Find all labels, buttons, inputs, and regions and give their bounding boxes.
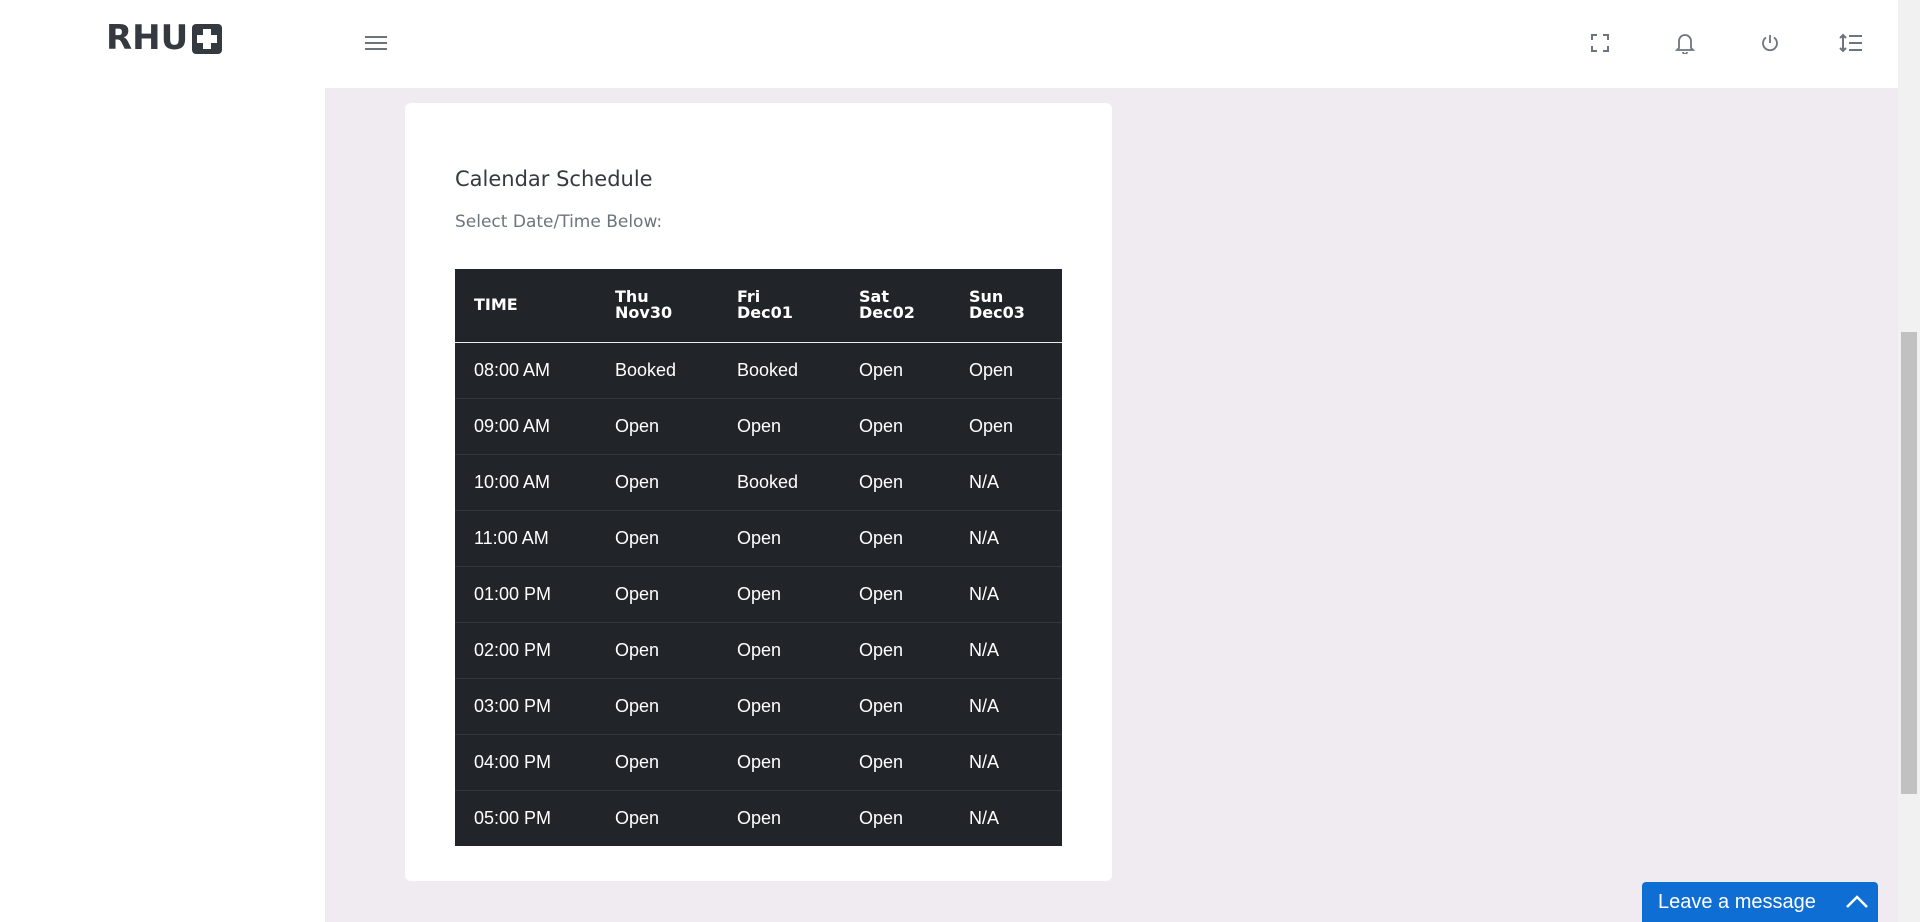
table-row: 04:00 PM Open Open Open N/A — [455, 733, 1062, 790]
slot-status-sat[interactable]: Open — [840, 621, 950, 678]
time-slot-cell: 01:00 PM — [455, 565, 596, 622]
power-button[interactable] — [1755, 28, 1785, 58]
notifications-button[interactable] — [1670, 28, 1700, 58]
column-header-time: TIME — [455, 269, 596, 343]
time-slot-cell: 02:00 PM — [455, 621, 596, 678]
medical-cross-icon — [192, 24, 223, 54]
slot-status-thu[interactable]: Open — [596, 397, 718, 454]
slot-status-sat[interactable]: Open — [840, 509, 950, 566]
scrollbar-thumb[interactable] — [1901, 332, 1917, 794]
slot-status-sat[interactable]: Open — [840, 733, 950, 790]
table-row: 08:00 AM Booked Booked Open Open — [455, 342, 1062, 398]
card-title: Calendar Schedule — [455, 167, 653, 191]
logo-text: RHU — [106, 18, 189, 58]
slot-status-sun[interactable]: Open — [950, 342, 1062, 398]
slot-status-fri[interactable]: Open — [718, 733, 840, 790]
table-row: 03:00 PM Open Open Open N/A — [455, 677, 1062, 734]
slot-status-sun[interactable]: N/A — [950, 677, 1062, 734]
line-height-icon — [1839, 33, 1862, 53]
slot-status-sun[interactable]: N/A — [950, 733, 1062, 790]
fullscreen-icon — [1591, 34, 1609, 52]
slot-status-fri[interactable]: Open — [718, 621, 840, 678]
time-slot-cell: 10:00 AM — [455, 453, 596, 510]
slot-status-thu[interactable]: Open — [596, 621, 718, 678]
slot-status-sun[interactable]: N/A — [950, 565, 1062, 622]
fullscreen-button[interactable] — [1585, 28, 1615, 58]
card-subtitle: Select Date/Time Below: — [455, 212, 663, 232]
time-slot-cell: 05:00 PM — [455, 789, 596, 846]
sidebar: RHU — [0, 0, 325, 922]
slot-status-thu[interactable]: Open — [596, 565, 718, 622]
slot-status-fri[interactable]: Booked — [718, 453, 840, 510]
table-row: 05:00 PM Open Open Open N/A — [455, 789, 1062, 846]
slot-status-fri[interactable]: Booked — [718, 342, 840, 398]
table-row: 10:00 AM Open Booked Open N/A — [455, 453, 1062, 510]
slot-status-sat[interactable]: Open — [840, 789, 950, 846]
brand-logo[interactable]: RHU — [106, 18, 223, 58]
slot-status-sun[interactable]: N/A — [950, 509, 1062, 566]
menu-toggle-button[interactable] — [361, 28, 391, 58]
main-content: Calendar Schedule Select Date/Time Below… — [325, 88, 1900, 922]
table-row: 02:00 PM Open Open Open N/A — [455, 621, 1062, 678]
slot-status-thu[interactable]: Open — [596, 789, 718, 846]
menu-icon — [365, 36, 387, 50]
table-row: 11:00 AM Open Open Open N/A — [455, 509, 1062, 566]
column-header-sun: Sun Dec03 — [950, 269, 1062, 343]
slot-status-sat[interactable]: Open — [840, 677, 950, 734]
slot-status-sun[interactable]: N/A — [950, 453, 1062, 510]
power-icon — [1762, 35, 1778, 52]
calendar-card: Calendar Schedule Select Date/Time Below… — [405, 103, 1112, 881]
slot-status-sun[interactable]: N/A — [950, 789, 1062, 846]
time-slot-cell: 09:00 AM — [455, 397, 596, 454]
slot-status-fri[interactable]: Open — [718, 509, 840, 566]
slot-status-sat[interactable]: Open — [840, 453, 950, 510]
slot-status-thu[interactable]: Booked — [596, 342, 718, 398]
time-slot-cell: 08:00 AM — [474, 359, 551, 380]
time-slot-cell: 11:00 AM — [455, 509, 596, 566]
slot-status-thu[interactable]: Open — [596, 453, 718, 510]
slot-status-sat[interactable]: Open — [840, 397, 950, 454]
column-header-fri: Fri Dec01 — [718, 269, 840, 343]
schedule-table: TIME Thu Nov30 Fri Dec01 Sat Dec02 Sun Dec03… — [455, 269, 1062, 846]
slot-status-sat[interactable]: Open — [840, 565, 950, 622]
bell-icon — [1675, 34, 1695, 54]
slot-status-fri[interactable]: Open — [718, 397, 840, 454]
column-header-sat: Sat Dec02 — [840, 269, 950, 343]
table-header-row: TIME Thu Nov30 Fri Dec01 Sat Dec02 Sun Dec03 — [455, 269, 1062, 343]
leave-message-button[interactable]: Leave a message — [1642, 882, 1878, 922]
leave-message-label: Leave a message — [1658, 890, 1816, 913]
slot-status-thu[interactable]: Open — [596, 509, 718, 566]
time-slot-cell: 04:00 PM — [455, 733, 596, 790]
chevron-up-icon — [1846, 895, 1868, 908]
slot-status-sat[interactable]: Open — [840, 342, 950, 398]
time-slot-cell: 03:00 PM — [455, 677, 596, 734]
slot-status-fri[interactable]: Open — [718, 677, 840, 734]
table-row: 01:00 PM Open Open Open N/A — [455, 565, 1062, 622]
slot-status-fri[interactable]: Open — [718, 789, 840, 846]
slot-status-sun[interactable]: N/A — [950, 621, 1062, 678]
slot-status-fri[interactable]: Open — [718, 565, 840, 622]
topbar — [325, 0, 1900, 88]
slot-status-thu[interactable]: Open — [596, 733, 718, 790]
right-panel-toggle-button[interactable] — [1836, 28, 1866, 58]
slot-status-thu[interactable]: Open — [596, 677, 718, 734]
slot-status-sun[interactable]: Open — [950, 397, 1062, 454]
table-row: 09:00 AM Open Open Open Open — [455, 397, 1062, 454]
column-header-thu: Thu Nov30 — [596, 269, 718, 343]
